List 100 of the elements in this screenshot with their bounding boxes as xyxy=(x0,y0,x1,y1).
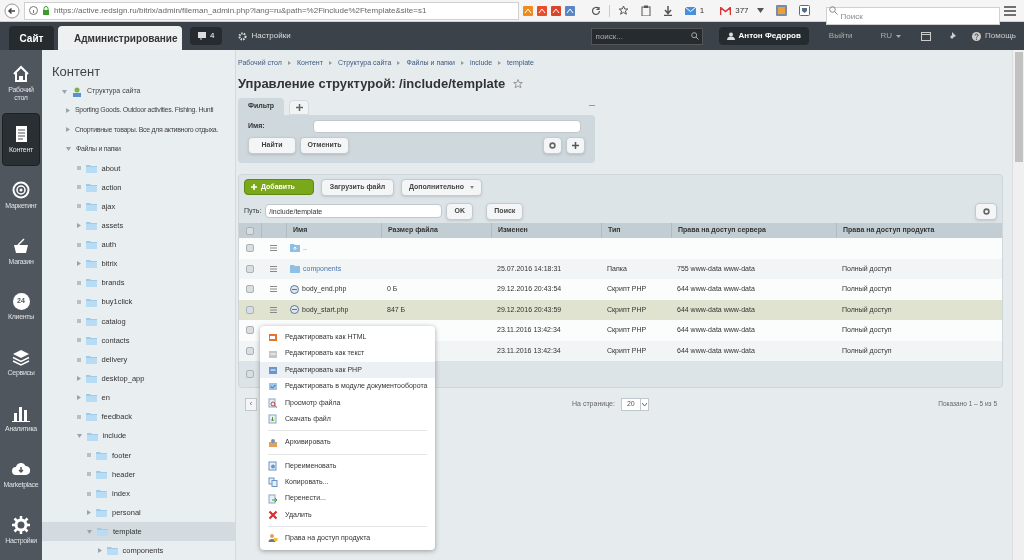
extension-icon[interactable] xyxy=(564,5,575,16)
lock-icon xyxy=(42,6,50,15)
clipboard-icon[interactable] xyxy=(640,5,651,16)
notifications-button[interactable]: 4 xyxy=(190,27,223,45)
rename-icon xyxy=(268,460,278,471)
extension-icon[interactable] xyxy=(775,5,787,16)
php-file-icon xyxy=(290,284,299,294)
breadcrumb-arrow-icon xyxy=(287,61,291,65)
help-link[interactable]: Помощь xyxy=(972,30,1016,42)
collapsed-arrow-icon xyxy=(76,261,81,267)
panel-title: Контент xyxy=(52,64,101,79)
folder-icon xyxy=(96,450,107,460)
collapsed-arrow-icon xyxy=(97,548,102,554)
admin-tab[interactable]: Администрирование xyxy=(58,26,182,50)
checkbox[interactable] xyxy=(246,305,254,314)
folder-icon xyxy=(85,278,97,288)
caret-icon xyxy=(896,34,902,38)
window-icon[interactable] xyxy=(921,31,932,41)
bullet-icon xyxy=(76,280,81,285)
extension-icon[interactable] xyxy=(522,5,533,16)
bullet-icon xyxy=(87,491,91,496)
scrollbar[interactable] xyxy=(1012,50,1024,560)
back-icon[interactable] xyxy=(4,2,20,19)
envelope-icon[interactable] xyxy=(684,6,696,15)
search-field[interactable]: поиск... xyxy=(590,27,703,45)
plus-icon xyxy=(295,104,303,111)
mail-count: 377 xyxy=(735,4,749,17)
folder-icon xyxy=(96,489,107,498)
folder-icon xyxy=(85,221,97,231)
caret-icon[interactable] xyxy=(756,8,764,13)
checkbox[interactable] xyxy=(246,226,254,235)
checkbox[interactable] xyxy=(246,244,254,253)
settings-icon xyxy=(12,516,30,535)
menu-icon[interactable] xyxy=(1004,5,1016,16)
checkbox[interactable] xyxy=(246,346,254,355)
folder-icon xyxy=(96,508,107,518)
document-check-icon xyxy=(268,381,278,392)
collapsed-arrow-icon xyxy=(76,223,81,229)
folder-icon xyxy=(85,201,97,211)
settings-button[interactable] xyxy=(543,137,562,154)
bullet-icon xyxy=(76,357,81,362)
bullet-icon xyxy=(76,319,81,324)
folder-icon xyxy=(96,469,107,479)
checkbox[interactable] xyxy=(246,326,254,335)
basket-icon xyxy=(12,236,30,255)
package-icon xyxy=(268,437,278,448)
row-menu-icon[interactable] xyxy=(270,306,277,313)
address-field[interactable]: https://active.redsign.ru/bitrix/admin/fileman_admin.php?lang=ru&path=%2Finclude%2Ftemplate&site=s1 xyxy=(24,1,519,20)
search-icon xyxy=(828,6,838,15)
html-page-icon xyxy=(268,332,278,343)
add-tab-button[interactable] xyxy=(289,100,310,115)
name-field[interactable] xyxy=(313,120,581,133)
bullet-icon xyxy=(87,453,91,458)
plus-icon xyxy=(572,142,579,149)
row-menu-icon[interactable] xyxy=(270,286,277,293)
settings-icon xyxy=(549,142,556,149)
bullet-icon xyxy=(76,185,81,190)
collapsed-arrow-icon xyxy=(66,127,70,133)
star-icon[interactable] xyxy=(617,5,629,16)
star-icon[interactable] xyxy=(513,79,524,89)
user-button[interactable]: Антон Федоров xyxy=(718,27,809,45)
add-button[interactable] xyxy=(566,137,585,154)
shield-icon[interactable] xyxy=(798,5,810,16)
breadcrumb-arrow-icon xyxy=(460,61,464,65)
folder-icon xyxy=(85,259,97,269)
row-menu-icon[interactable] xyxy=(270,265,277,272)
row-menu-icon[interactable] xyxy=(270,245,277,252)
collapsed-arrow-icon xyxy=(66,108,70,114)
folder-icon xyxy=(85,412,97,422)
breadcrumb-arrow-icon xyxy=(328,61,332,65)
language-menu[interactable]: RU xyxy=(880,30,902,42)
bar-chart-icon xyxy=(12,404,30,423)
logout-link[interactable]: Выйти xyxy=(828,30,853,42)
minimize-icon[interactable] xyxy=(589,105,595,107)
extension-icon[interactable] xyxy=(550,5,561,16)
folder-icon xyxy=(85,182,97,192)
reload-icon[interactable] xyxy=(590,5,601,16)
collapsed-arrow-icon xyxy=(76,376,81,382)
text-page-icon xyxy=(268,348,278,359)
house-icon xyxy=(12,64,30,83)
expanded-arrow-icon xyxy=(87,529,92,534)
download-icon[interactable] xyxy=(662,5,673,16)
url-text: https://active.redsign.ru/bitrix/admin/fileman_admin.php?lang=ru&path=%2Finclude%2Ftemplate&site=s1 xyxy=(54,4,427,17)
collapsed-arrow-icon xyxy=(76,395,81,401)
settings-button[interactable] xyxy=(975,202,997,220)
settings-link[interactable]: Настройки xyxy=(238,30,291,42)
checkbox[interactable] xyxy=(246,264,254,273)
bullet-icon xyxy=(76,204,81,209)
checkbox[interactable] xyxy=(246,370,254,378)
php-page-icon xyxy=(268,364,278,375)
settings-icon xyxy=(238,31,248,41)
extension-icon[interactable] xyxy=(536,5,547,16)
folder-icon xyxy=(85,355,97,365)
bullet-icon xyxy=(76,300,81,305)
folder-icon xyxy=(85,316,97,326)
bullet-icon xyxy=(76,242,81,247)
checkbox[interactable] xyxy=(246,285,254,294)
admin-tab[interactable]: Сайт xyxy=(9,26,54,50)
mail-m-icon[interactable] xyxy=(720,6,732,15)
breadcrumb-arrow-icon xyxy=(397,61,401,65)
